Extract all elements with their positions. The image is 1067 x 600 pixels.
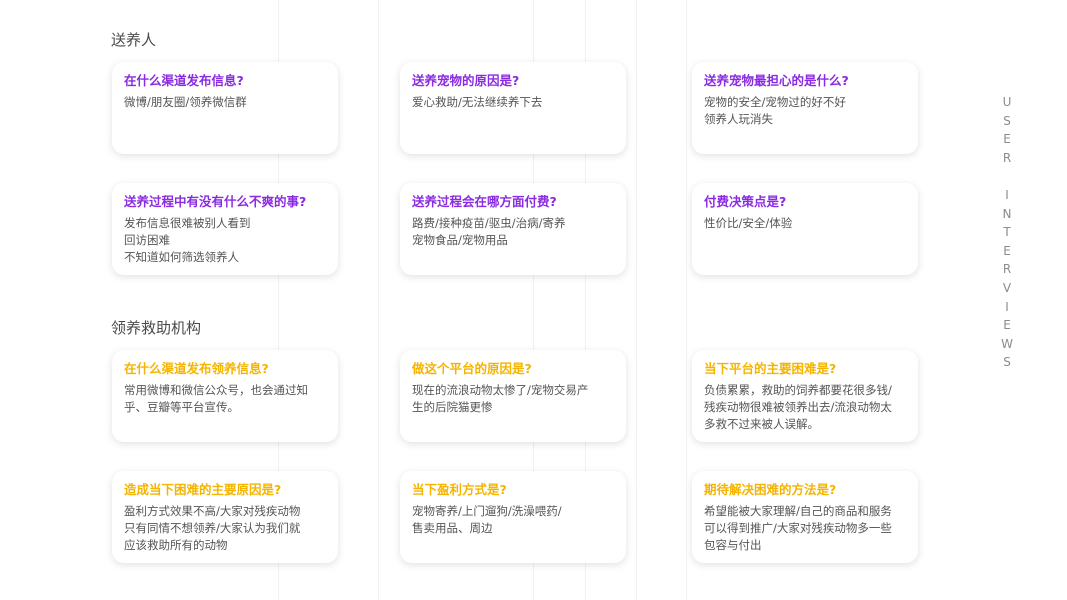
side-letter: E <box>1003 243 1011 258</box>
card-answer: 发布信息很难被别人看到 回访困难 不知道如何筛选领养人 <box>124 216 251 264</box>
side-letter: N <box>1002 206 1012 221</box>
card-answer: 常用微博和微信公众号，也会通过知 乎、豆瓣等平台宣传。 <box>124 383 308 414</box>
question-card: 在什么渠道发布领养信息? 常用微博和微信公众号，也会通过知 乎、豆瓣等平台宣传。 <box>112 350 338 442</box>
card-question: 做这个平台的原因是? <box>412 361 532 376</box>
grid-line <box>636 0 637 600</box>
side-letter: U <box>1002 95 1012 109</box>
card-question: 当下盈利方式是? <box>412 482 507 497</box>
question-card: 送养过程会在哪方面付费? 路费/接种疫苗/驱虫/治病/寄养 宠物食品/宠物用品 <box>400 183 626 275</box>
question-card: 当下盈利方式是? 宠物寄养/上门遛狗/洗澡喂药/ 售卖用品、周边 <box>400 471 626 563</box>
grid-line <box>686 0 687 600</box>
card-question: 造成当下困难的主要原因是? <box>124 482 282 497</box>
side-letter: R <box>1002 262 1012 277</box>
section-title-rescue-org: 领养救助机构 <box>111 319 202 337</box>
side-letter: I <box>1005 187 1009 202</box>
card-answer: 微博/朋友圈/领养微信群 <box>124 95 247 109</box>
question-card: 送养宠物最担心的是什么? 宠物的安全/宠物过的好不好 领养人玩消失 <box>692 62 918 154</box>
grid-line <box>378 0 379 600</box>
section-title-sender: 送养人 <box>111 31 157 49</box>
card-question: 送养过程中有没有什么不爽的事? <box>124 194 307 209</box>
question-card: 送养过程中有没有什么不爽的事? 发布信息很难被别人看到 回访困难 不知道如何筛选… <box>112 183 338 275</box>
side-letter: S <box>1003 355 1011 370</box>
side-letter <box>1000 167 1014 186</box>
question-card: 在什么渠道发布信息? 微博/朋友圈/领养微信群 <box>112 62 338 154</box>
card-answer: 爱心救助/无法继续养下去 <box>412 95 543 109</box>
card-answer: 宠物的安全/宠物过的好不好 领养人玩消失 <box>704 95 846 126</box>
question-card: 当下平台的主要困难是? 负债累累，救助的饲养都要花很多钱/ 残疾动物很难被领养出… <box>692 350 918 442</box>
side-letter: W <box>1001 336 1013 351</box>
side-letter: E <box>1003 318 1011 333</box>
card-question: 付费决策点是? <box>704 194 787 209</box>
card-answer: 现在的流浪动物太惨了/宠物交易产 生的后院猫更惨 <box>412 383 589 414</box>
side-letter: E <box>1003 132 1011 147</box>
side-letter: S <box>1003 113 1011 128</box>
card-question: 送养宠物最担心的是什么? <box>704 73 849 88</box>
card-question: 送养过程会在哪方面付费? <box>412 194 557 209</box>
card-answer: 盈利方式效果不高/大家对残疾动物 只有同情不想领养/大家认为我们就 应该救助所有… <box>124 504 301 552</box>
card-question: 送养宠物的原因是? <box>412 73 520 88</box>
card-question: 期待解决困难的方法是? <box>704 482 837 497</box>
card-question: 在什么渠道发布信息? <box>124 73 244 88</box>
card-answer: 负债累累，救助的饲养都要花很多钱/ 残疾动物很难被领养出去/流浪动物太 多救不过… <box>704 383 892 431</box>
question-card: 期待解决困难的方法是? 希望能被大家理解/自己的商品和服务 可以得到推广/大家对… <box>692 471 918 563</box>
side-letter: R <box>1002 150 1012 165</box>
question-card: 做这个平台的原因是? 现在的流浪动物太惨了/宠物交易产 生的后院猫更惨 <box>400 350 626 442</box>
card-answer: 性价比/安全/体验 <box>704 216 793 230</box>
side-label-user-interviews: U S E R I N T E R V I E W S <box>1000 93 1014 372</box>
side-letter: T <box>1003 225 1011 240</box>
question-card: 付费决策点是? 性价比/安全/体验 <box>692 183 918 275</box>
side-letter: I <box>1005 299 1009 314</box>
card-answer: 希望能被大家理解/自己的商品和服务 可以得到推广/大家对残疾动物多一些 包容与付… <box>704 504 892 552</box>
question-card: 造成当下困难的主要原因是? 盈利方式效果不高/大家对残疾动物 只有同情不想领养/… <box>112 471 338 563</box>
question-card: 送养宠物的原因是? 爱心救助/无法继续养下去 <box>400 62 626 154</box>
card-answer: 路费/接种疫苗/驱虫/治病/寄养 宠物食品/宠物用品 <box>412 216 566 247</box>
card-answer: 宠物寄养/上门遛狗/洗澡喂药/ 售卖用品、周边 <box>412 504 562 535</box>
side-letter: V <box>1002 280 1012 295</box>
card-question: 当下平台的主要困难是? <box>704 361 837 376</box>
card-question: 在什么渠道发布领养信息? <box>124 361 269 376</box>
